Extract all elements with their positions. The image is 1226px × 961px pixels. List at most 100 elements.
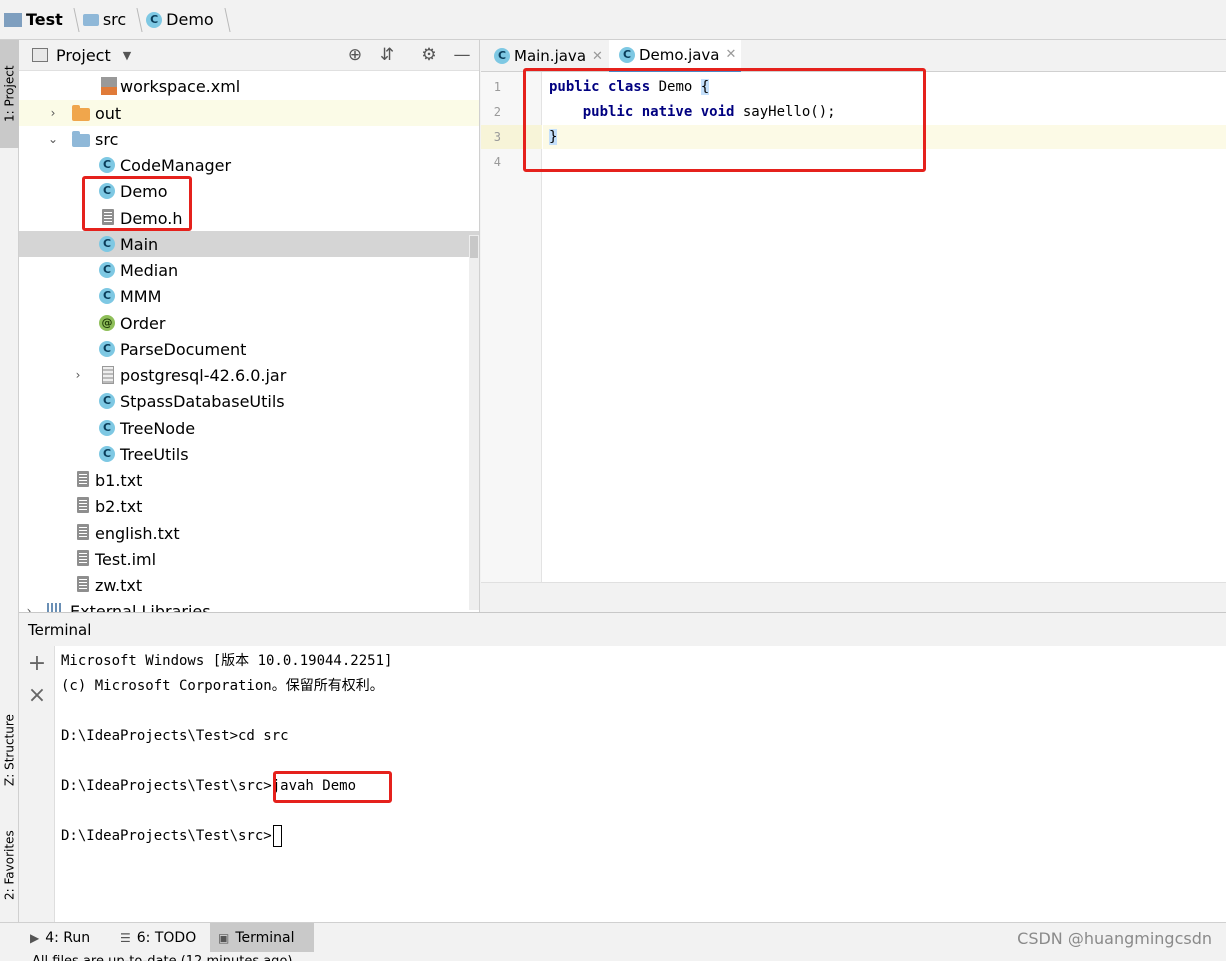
terminal-tool-tab[interactable]: ▣ Terminal bbox=[210, 923, 314, 953]
favorites-tool-tab[interactable]: 2: Favorites bbox=[0, 815, 19, 915]
chevron-right-icon[interactable]: › bbox=[71, 368, 85, 382]
editor-footer bbox=[481, 582, 1226, 612]
class-icon: C bbox=[619, 46, 635, 63]
left-tool-stripe: 1: Project Z: Structure 2: Favorites bbox=[0, 40, 19, 922]
tree-item-test-iml[interactable]: Test.iml bbox=[19, 546, 479, 572]
tree-item-codemanager[interactable]: C CodeManager bbox=[19, 152, 479, 178]
project-scrollbar-thumb[interactable] bbox=[470, 236, 478, 258]
locate-icon[interactable]: ⊕ bbox=[345, 45, 365, 65]
runnable-class-icon: C bbox=[99, 236, 115, 252]
tree-item-demo-h[interactable]: Demo.h bbox=[19, 205, 479, 231]
new-session-icon[interactable]: + bbox=[27, 653, 47, 675]
code-keyword: public native void bbox=[549, 104, 735, 120]
tree-item-label: Median bbox=[120, 260, 179, 280]
project-panel: Project ▼ ⊕ ⇵ ⚙ — workspace.xml › out ⌄ … bbox=[19, 40, 480, 612]
chevron-right-icon[interactable]: › bbox=[22, 604, 36, 612]
code-line-2[interactable]: public native void sayHello(); bbox=[549, 101, 836, 123]
class-icon: C bbox=[146, 11, 163, 28]
terminal-line: (c) Microsoft Corporation。保留所有权利。 bbox=[61, 678, 384, 694]
todo-tool-tab-label: 6: TODO bbox=[136, 930, 197, 946]
tree-item-label: ParseDocument bbox=[120, 339, 247, 359]
tree-item-demo[interactable]: C Demo bbox=[19, 178, 479, 204]
tree-item-label: workspace.xml bbox=[120, 76, 241, 96]
terminal-header: Terminal bbox=[19, 612, 1226, 646]
tree-item-out[interactable]: › out bbox=[19, 100, 479, 126]
chevron-down-icon[interactable]: ⌄ bbox=[46, 132, 60, 146]
tree-item-postgresql-jar[interactable]: › postgresql-42.6.0.jar bbox=[19, 362, 479, 388]
project-view-selector[interactable]: Project bbox=[56, 46, 111, 65]
tab-demo-java[interactable]: C Demo.java ✕ bbox=[609, 40, 741, 72]
tree-item-b2-txt[interactable]: b2.txt bbox=[19, 493, 479, 519]
status-bar: All files are up-to-date (12 minutes ago… bbox=[0, 952, 1226, 961]
code-line-1[interactable]: public class Demo { bbox=[549, 76, 710, 98]
tree-item-label: External Libraries bbox=[70, 601, 211, 613]
hide-icon[interactable]: — bbox=[452, 45, 472, 65]
module-file-icon bbox=[77, 550, 89, 566]
tree-item-workspace-xml[interactable]: workspace.xml bbox=[19, 73, 479, 99]
run-tool-tab[interactable]: ▶ 4: Run bbox=[22, 923, 98, 953]
breadcrumb-demo[interactable]: C Demo bbox=[146, 0, 234, 40]
tab-main-java[interactable]: C Main.java ✕ bbox=[490, 40, 606, 72]
close-session-icon[interactable]: × bbox=[27, 685, 47, 707]
tree-item-label: StpassDatabaseUtils bbox=[120, 391, 285, 411]
play-icon: ▶ bbox=[30, 931, 40, 945]
code-brace: } bbox=[549, 129, 558, 145]
terminal-line: Microsoft Windows [版本 10.0.19044.2251] bbox=[61, 653, 393, 669]
todo-tool-tab[interactable]: ☰ 6: TODO bbox=[112, 923, 204, 953]
tree-item-label: Main bbox=[120, 234, 159, 254]
line-number: 2 bbox=[493, 105, 501, 119]
project-scrollbar-track[interactable] bbox=[469, 235, 479, 610]
line-number: 3 bbox=[493, 130, 501, 144]
breadcrumb-project[interactable]: Test bbox=[4, 0, 83, 40]
breadcrumb-demo-label: Demo bbox=[166, 10, 214, 29]
run-tool-tab-label: 4: Run bbox=[45, 930, 91, 946]
tree-item-src[interactable]: ⌄ src bbox=[19, 126, 479, 152]
close-icon[interactable]: ✕ bbox=[726, 47, 737, 62]
tree-item-main[interactable]: C Main bbox=[19, 231, 479, 257]
gear-icon[interactable]: ⚙ bbox=[419, 45, 439, 65]
breadcrumb-separator bbox=[66, 7, 80, 32]
close-icon[interactable]: ✕ bbox=[592, 49, 603, 64]
tree-item-b1-txt[interactable]: b1.txt bbox=[19, 467, 479, 493]
tree-item-label: src bbox=[95, 129, 119, 149]
structure-tool-tab[interactable]: Z: Structure bbox=[0, 690, 19, 810]
collapse-all-icon[interactable]: ⇵ bbox=[377, 45, 397, 65]
tree-item-zw-txt[interactable]: zw.txt bbox=[19, 572, 479, 598]
project-tool-tab[interactable]: 1: Project bbox=[0, 40, 19, 148]
tree-item-label: zw.txt bbox=[95, 575, 143, 595]
terminal-line: D:\IdeaProjects\Test\src>javah Demo bbox=[61, 778, 357, 794]
tree-item-stpassdatabaseutils[interactable]: C StpassDatabaseUtils bbox=[19, 388, 479, 414]
tree-item-label: out bbox=[95, 103, 122, 123]
code-line-3[interactable]: } bbox=[549, 126, 558, 148]
chevron-right-icon[interactable]: › bbox=[46, 106, 60, 120]
tree-item-label: Order bbox=[120, 313, 166, 333]
structure-tool-tab-label: Z: Structure bbox=[2, 714, 17, 786]
runnable-class-icon: C bbox=[494, 48, 510, 64]
tree-item-label: english.txt bbox=[95, 523, 180, 543]
text-file-icon bbox=[77, 471, 89, 487]
tree-item-label: postgresql-42.6.0.jar bbox=[120, 365, 287, 385]
status-text: All files are up-to-date (12 minutes ago… bbox=[32, 952, 292, 961]
tree-item-treenode[interactable]: C TreeNode bbox=[19, 415, 479, 441]
class-icon: C bbox=[99, 262, 115, 278]
tree-item-label: CodeManager bbox=[120, 155, 232, 175]
tree-item-english-txt[interactable]: english.txt bbox=[19, 520, 479, 546]
tree-item-parsedocument[interactable]: C ParseDocument bbox=[19, 336, 479, 362]
terminal-prompt-line[interactable]: D:\IdeaProjects\Test\src> bbox=[61, 825, 282, 847]
terminal-toolbar: + × bbox=[19, 646, 55, 922]
tree-item-label: b1.txt bbox=[95, 470, 143, 490]
tree-item-mmm[interactable]: C MMM bbox=[19, 283, 479, 309]
tree-item-label: Test.iml bbox=[95, 549, 157, 569]
tree-item-treeutils[interactable]: C TreeUtils bbox=[19, 441, 479, 467]
chevron-down-icon[interactable]: ▼ bbox=[123, 49, 131, 62]
tree-item-median[interactable]: C Median bbox=[19, 257, 479, 283]
breadcrumb-src[interactable]: src bbox=[82, 0, 146, 40]
tree-item-order[interactable]: @ Order bbox=[19, 310, 479, 336]
current-line-highlight bbox=[543, 125, 1226, 149]
tree-item-label: Demo.h bbox=[120, 208, 183, 228]
terminal-output[interactable]: Microsoft Windows [版本 10.0.19044.2251] (… bbox=[55, 646, 1226, 922]
tree-item-external-libraries[interactable]: › External Libraries bbox=[19, 598, 479, 613]
list-icon: ☰ bbox=[120, 931, 131, 945]
terminal-cursor bbox=[272, 825, 282, 847]
code-brace: { bbox=[700, 79, 710, 95]
